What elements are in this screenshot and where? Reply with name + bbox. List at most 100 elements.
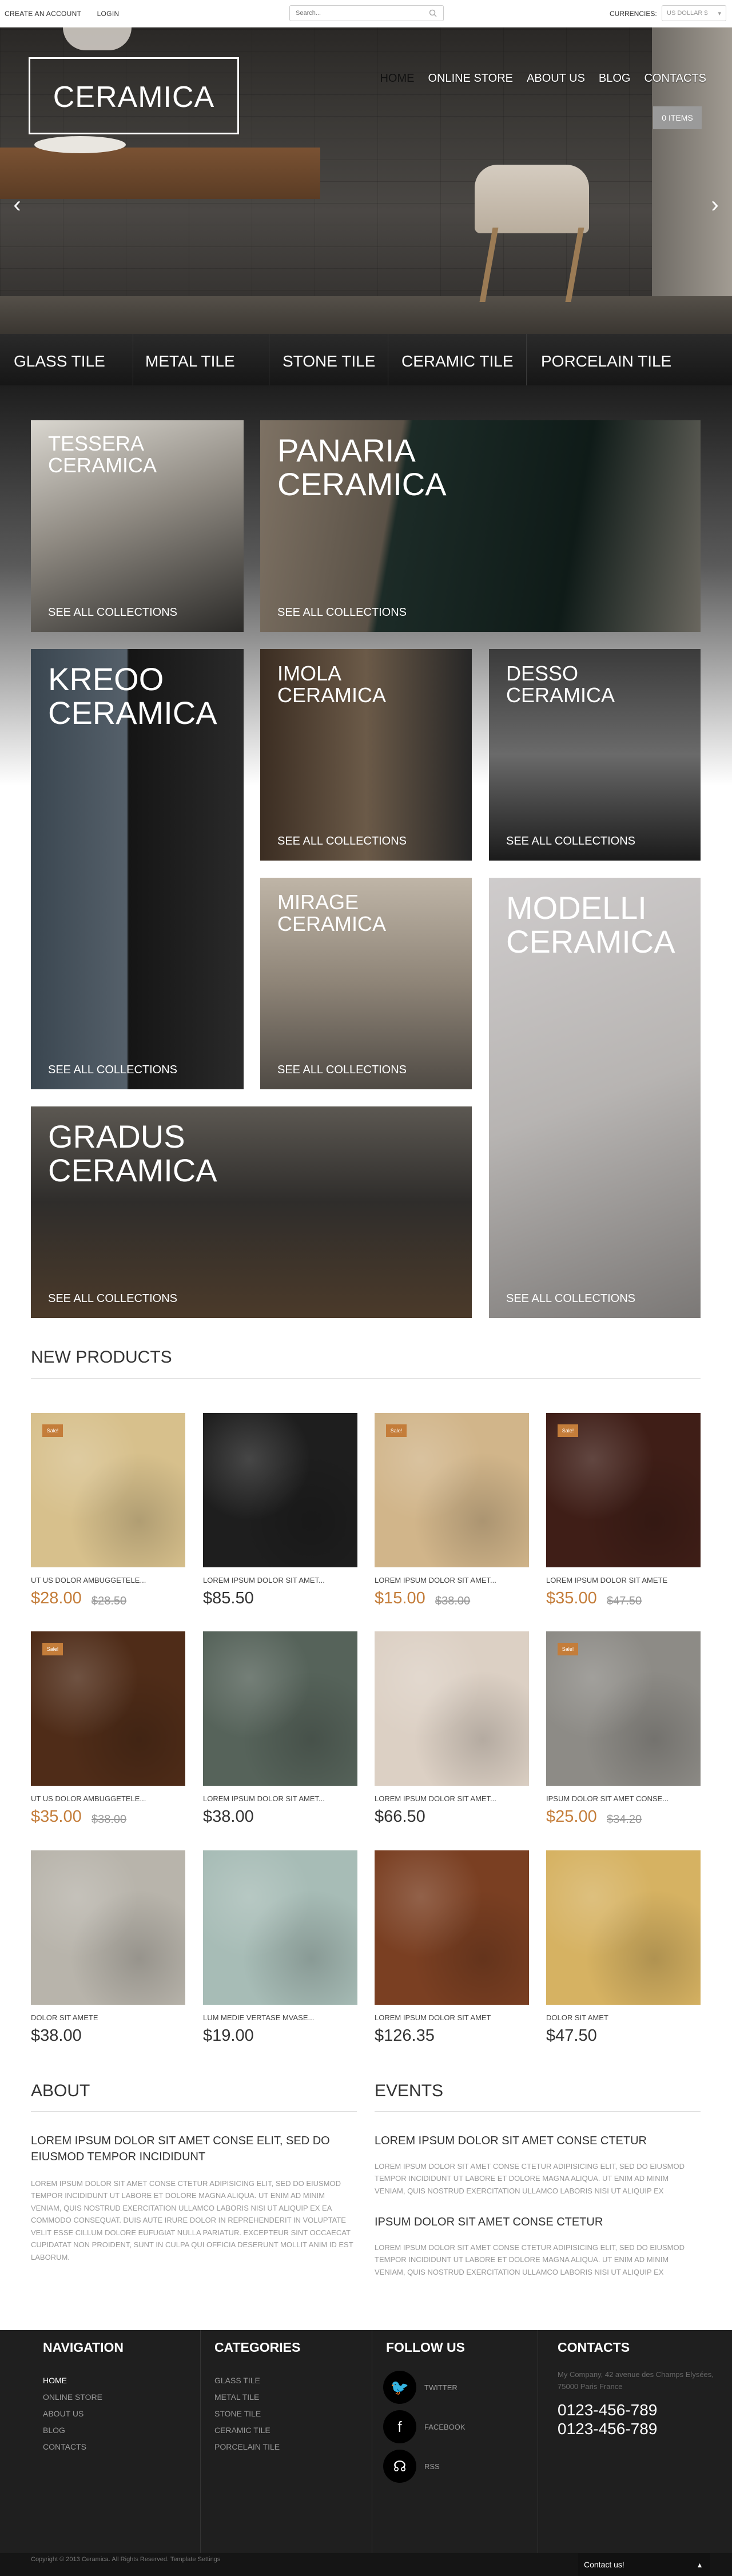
footer-nav-about-us[interactable]: ABOUT US — [43, 2409, 83, 2418]
nav-blog[interactable]: BLOG — [599, 72, 631, 85]
collection-mirage[interactable]: MIRAGE CERAMICA SEE ALL COLLECTIONS — [260, 878, 472, 1089]
nav-home[interactable]: HOME — [380, 72, 414, 85]
collection-title: TESSERA CERAMICA — [48, 432, 157, 477]
event-heading[interactable]: IPSUM DOLOR SIT AMET CONSE CTETUR — [375, 2214, 701, 2230]
product-name[interactable]: IPSUM DOLOR SIT AMET CONSE... — [546, 1794, 669, 1803]
product-name[interactable]: DOLOR SIT AMETE — [31, 2013, 98, 2022]
rss-icon[interactable]: ☊ — [383, 2450, 416, 2483]
section-divider — [31, 2111, 357, 2112]
collection-title: IMOLA CERAMICA — [277, 662, 387, 707]
section-divider — [375, 2111, 701, 2112]
footer-nav-home[interactable]: HOME — [43, 2376, 67, 2385]
contact-phone[interactable]: 0123-456-789 — [558, 2401, 657, 2419]
collection-title: DESSO CERAMICA — [506, 662, 615, 707]
facebook-label[interactable]: FACEBOOK — [424, 2423, 466, 2431]
see-all-collections-link[interactable]: SEE ALL COLLECTIONS — [48, 606, 177, 619]
product-image[interactable] — [31, 1850, 185, 2005]
footer-nav-blog[interactable]: BLOG — [43, 2426, 65, 2435]
prev-arrow-icon[interactable]: ‹ — [9, 193, 25, 216]
product-price: $47.50 — [546, 2026, 597, 2045]
sale-badge: Sale! — [558, 1424, 578, 1437]
see-all-collections-link[interactable]: SEE ALL COLLECTIONS — [48, 1064, 177, 1077]
product-price: $85.50 — [203, 1589, 254, 1607]
product-name[interactable]: LOREM IPSUM DOLOR SIT AMET — [375, 2013, 491, 2022]
collection-panaria[interactable]: PANARIA CERAMICA SEE ALL COLLECTIONS — [260, 420, 701, 632]
collection-gradus[interactable]: GRADUS CERAMICA SEE ALL COLLECTIONS — [31, 1106, 472, 1318]
product-name[interactable]: DOLOR SIT AMET — [546, 2013, 608, 2022]
twitter-label[interactable]: TWITTER — [424, 2383, 458, 2392]
see-all-collections-link[interactable]: SEE ALL COLLECTIONS — [506, 835, 635, 848]
category-metal-tile[interactable]: METAL TILE — [145, 352, 235, 371]
product-name[interactable]: UT US DOLOR AMBUGGETELE... — [31, 1576, 146, 1584]
footer-nav-contacts[interactable]: CONTACTS — [43, 2442, 86, 2451]
event-heading[interactable]: LOREM IPSUM DOLOR SIT AMET CONSE CTETUR — [375, 2133, 701, 2149]
see-all-collections-link[interactable]: SEE ALL COLLECTIONS — [277, 606, 407, 619]
nav-about-us[interactable]: ABOUT US — [527, 72, 585, 85]
twitter-icon[interactable]: 🐦 — [383, 2371, 416, 2404]
footer-category-stone-tile[interactable]: STONE TILE — [214, 2409, 261, 2418]
footer-nav-online-store[interactable]: ONLINE STORE — [43, 2392, 102, 2402]
product-price: $38.00 — [203, 1807, 254, 1826]
product-name[interactable]: LUM MEDIE VERTASE MVASE... — [203, 2013, 314, 2022]
facebook-icon[interactable]: f — [383, 2410, 416, 2443]
hero-slider: CERAMICA HOME ONLINE STORE ABOUT US BLOG CON… — [0, 27, 732, 334]
footer-contacts-title: CONTACTS — [558, 2340, 630, 2355]
product-image[interactable] — [375, 1631, 529, 1786]
search-icon[interactable] — [429, 9, 437, 17]
product-image[interactable] — [375, 1850, 529, 2005]
collection-desso[interactable]: DESSO CERAMICA SEE ALL COLLECTIONS — [489, 649, 701, 861]
product-name[interactable]: LOREM IPSUM DOLOR SIT AMETE — [546, 1576, 667, 1584]
footer-navigation-title: NAVIGATION — [43, 2340, 124, 2355]
footer-category-metal-tile[interactable]: METAL TILE — [214, 2392, 259, 2402]
product-image[interactable] — [203, 1850, 357, 2005]
currency-select[interactable]: US DOLLAR $ ▾ — [662, 5, 726, 21]
logo[interactable]: CERAMICA — [29, 80, 239, 114]
product-name[interactable]: LOREM IPSUM DOLOR SIT AMET... — [203, 1794, 325, 1803]
product-name[interactable]: LOREM IPSUM DOLOR SIT AMET... — [375, 1576, 496, 1584]
product-price: $15.00 — [375, 1589, 425, 1607]
search-input[interactable] — [289, 5, 444, 21]
footer-category-glass-tile[interactable]: GLASS TILE — [214, 2376, 260, 2385]
product-price: $28.00 — [31, 1589, 82, 1607]
contact-phone[interactable]: 0123-456-789 — [558, 2420, 657, 2438]
collection-title: PANARIA CERAMICA — [277, 432, 447, 502]
product-price: $66.50 — [375, 1807, 425, 1826]
product-name[interactable]: LOREM IPSUM DOLOR SIT AMET... — [203, 1576, 325, 1584]
next-arrow-icon[interactable]: › — [707, 193, 723, 216]
event-text: LOREM IPSUM DOLOR SIT AMET CONSE CTETUR … — [375, 2243, 685, 2276]
hero-floor — [0, 296, 732, 334]
cart-button[interactable]: 0 ITEMS — [653, 106, 702, 129]
nav-online-store[interactable]: ONLINE STORE — [428, 72, 513, 85]
category-stone-tile[interactable]: STONE TILE — [283, 352, 375, 371]
product-old-price: $47.50 — [607, 1595, 642, 1607]
create-account-link[interactable]: CREATE AN ACCOUNT — [5, 10, 81, 18]
category-glass-tile[interactable]: GLASS TILE — [14, 352, 105, 371]
rss-label[interactable]: RSS — [424, 2462, 440, 2471]
footer-category-ceramic-tile[interactable]: CERAMIC TILE — [214, 2426, 270, 2435]
nav-contacts[interactable]: CONTACTS — [644, 72, 706, 85]
see-all-collections-link[interactable]: SEE ALL COLLECTIONS — [277, 835, 407, 848]
product-old-price: $28.50 — [92, 1595, 127, 1607]
collection-tessera[interactable]: TESSERA CERAMICA SEE ALL COLLECTIONS — [31, 420, 244, 632]
footer-category-porcelain-tile[interactable]: PORCELAIN TILE — [214, 2442, 280, 2451]
events-title: EVENTS — [375, 2081, 444, 2100]
collection-kreoo[interactable]: KREOO CERAMICA SEE ALL COLLECTIONS — [31, 649, 244, 1089]
contact-us-button[interactable]: Contact us! ▴ — [578, 2553, 710, 2576]
product-image[interactable] — [203, 1631, 357, 1786]
see-all-collections-link[interactable]: SEE ALL COLLECTIONS — [277, 1064, 407, 1077]
product-name[interactable]: LOREM IPSUM DOLOR SIT AMET... — [375, 1794, 496, 1803]
category-ceramic-tile[interactable]: CERAMIC TILE — [401, 352, 514, 371]
product-name[interactable]: UT US DOLOR AMBUGGETELE... — [31, 1794, 146, 1803]
product-image[interactable] — [203, 1413, 357, 1567]
category-porcelain-tile[interactable]: PORCELAIN TILE — [541, 352, 671, 371]
product-image[interactable] — [546, 1850, 701, 2005]
product-price: $35.00 — [31, 1807, 82, 1826]
collection-modelli[interactable]: MODELLI CERAMICA SEE ALL COLLECTIONS — [489, 878, 701, 1318]
hero-sink — [34, 136, 126, 153]
sale-badge: Sale! — [42, 1424, 63, 1437]
contact-us-label: Contact us! — [584, 2560, 624, 2569]
login-link[interactable]: LOGIN — [97, 10, 120, 18]
see-all-collections-link[interactable]: SEE ALL COLLECTIONS — [48, 1292, 177, 1305]
collection-imola[interactable]: IMOLA CERAMICA SEE ALL COLLECTIONS — [260, 649, 472, 861]
see-all-collections-link[interactable]: SEE ALL COLLECTIONS — [506, 1292, 635, 1305]
